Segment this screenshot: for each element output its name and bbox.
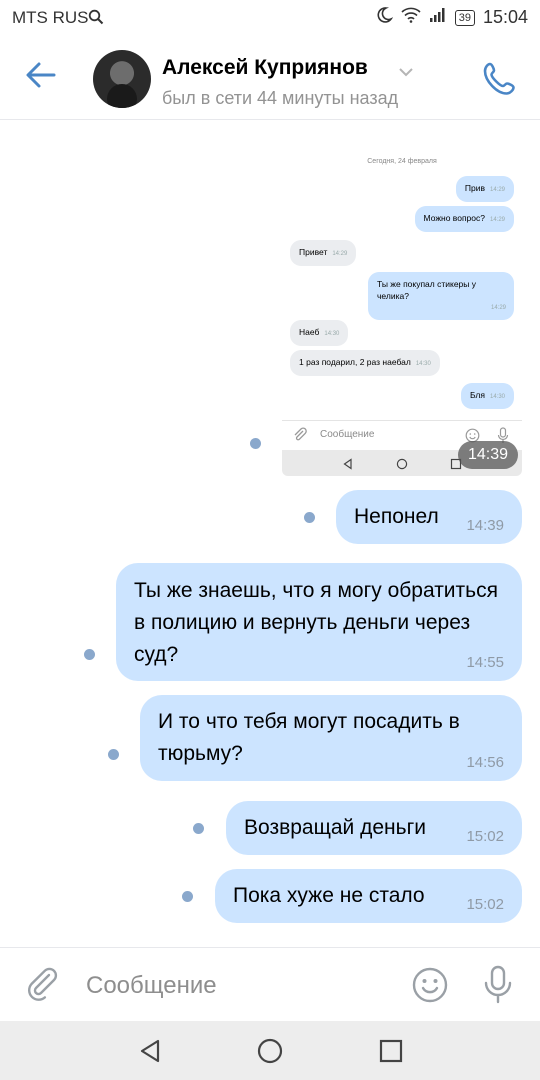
message-text: Ты же знаешь, что я могу обратиться в по… <box>134 579 498 666</box>
message-time: 15:02 <box>466 896 504 913</box>
clock: 15:04 <box>482 7 528 27</box>
message-bubble[interactable]: Ты же знаешь, что я могу обратиться в по… <box>116 563 522 681</box>
battery-icon: 39 <box>454 9 475 26</box>
avatar[interactable] <box>93 50 151 108</box>
embedded-input-placeholder: Сообщение <box>320 429 375 440</box>
nav-home-icon[interactable] <box>256 1037 284 1070</box>
unread-dot <box>84 649 95 660</box>
status-icons: 39 15:04 <box>375 6 528 29</box>
wifi-icon <box>401 7 421 28</box>
unread-dot <box>193 823 204 834</box>
list-item: 1 раз подарил, 2 раз наебал 14:30 <box>290 350 440 376</box>
status-bar: MTS RUS 39 15:04 <box>0 0 540 36</box>
unread-dot <box>304 512 315 523</box>
message-bubble[interactable]: Возвращай деньги 15:02 <box>226 801 522 855</box>
list-item: Бля 14:30 <box>460 383 514 409</box>
microphone-icon[interactable] <box>482 964 514 1009</box>
carrier-name: MTS RUS <box>12 8 89 27</box>
message-bubble[interactable]: И то что тебя могут посадить в тюрьму? 1… <box>140 695 522 781</box>
nav-back-icon[interactable] <box>136 1037 164 1070</box>
search-icon <box>88 9 104 30</box>
nav-back-icon <box>342 457 354 475</box>
message-text: Возвращай деньги <box>244 816 426 839</box>
nav-home-icon <box>396 457 408 475</box>
system-nav-bar <box>0 1021 540 1080</box>
phone-icon[interactable] <box>482 60 518 101</box>
message-bubble[interactable]: Пока хуже не стало 15:02 <box>215 869 522 923</box>
list-item: Можно вопрос? 14:29 <box>414 206 514 232</box>
contact-name[interactable]: Алексей Куприянов <box>162 56 368 80</box>
screenshot-image[interactable]: Сегодня, 24 февраля Прив 14:29 Можно вопр… <box>282 140 522 476</box>
message-input[interactable]: Сообщение <box>86 972 217 1000</box>
message-time: 15:02 <box>466 828 504 845</box>
last-seen-status: был в сети 44 минуты назад <box>162 88 399 108</box>
message-bubble[interactable]: Непонел 14:39 <box>336 490 522 544</box>
list-item: Привет 14:29 <box>290 240 357 266</box>
image-timestamp: 14:39 <box>458 441 518 469</box>
smile-icon[interactable] <box>411 966 449 1009</box>
unread-dot <box>250 438 261 449</box>
chat-screen: MTS RUS 39 15:04 Алексей Куприянов был в… <box>0 0 540 1080</box>
paperclip-icon <box>292 427 308 446</box>
list-item: Наеб 14:30 <box>290 320 349 346</box>
chat-header: Алексей Куприянов был в сети 44 минуты н… <box>0 36 540 120</box>
message-text: Пока хуже не стало <box>233 884 425 907</box>
message-time: 14:56 <box>466 754 504 771</box>
unread-dot <box>182 891 193 902</box>
date-divider: Сегодня, 24 февраля <box>367 158 437 165</box>
paperclip-icon[interactable] <box>24 966 60 1007</box>
message-composer: Сообщение <box>0 947 540 1021</box>
unread-dot <box>108 749 119 760</box>
message-time: 14:39 <box>466 517 504 534</box>
message-text: И то что тебя могут посадить в тюрьму? <box>158 710 460 765</box>
list-item: Ты же покупал стикеры у челика? 14:29 <box>368 272 514 320</box>
chevron-down-icon[interactable] <box>398 64 414 82</box>
nav-recents-icon[interactable] <box>377 1037 405 1070</box>
back-arrow-icon[interactable] <box>24 58 58 97</box>
message-text: Непонел <box>354 505 439 528</box>
signal-icon <box>429 7 447 28</box>
moon-icon <box>375 6 394 29</box>
list-item: Прив 14:29 <box>455 176 514 202</box>
message-time: 14:55 <box>466 654 504 671</box>
